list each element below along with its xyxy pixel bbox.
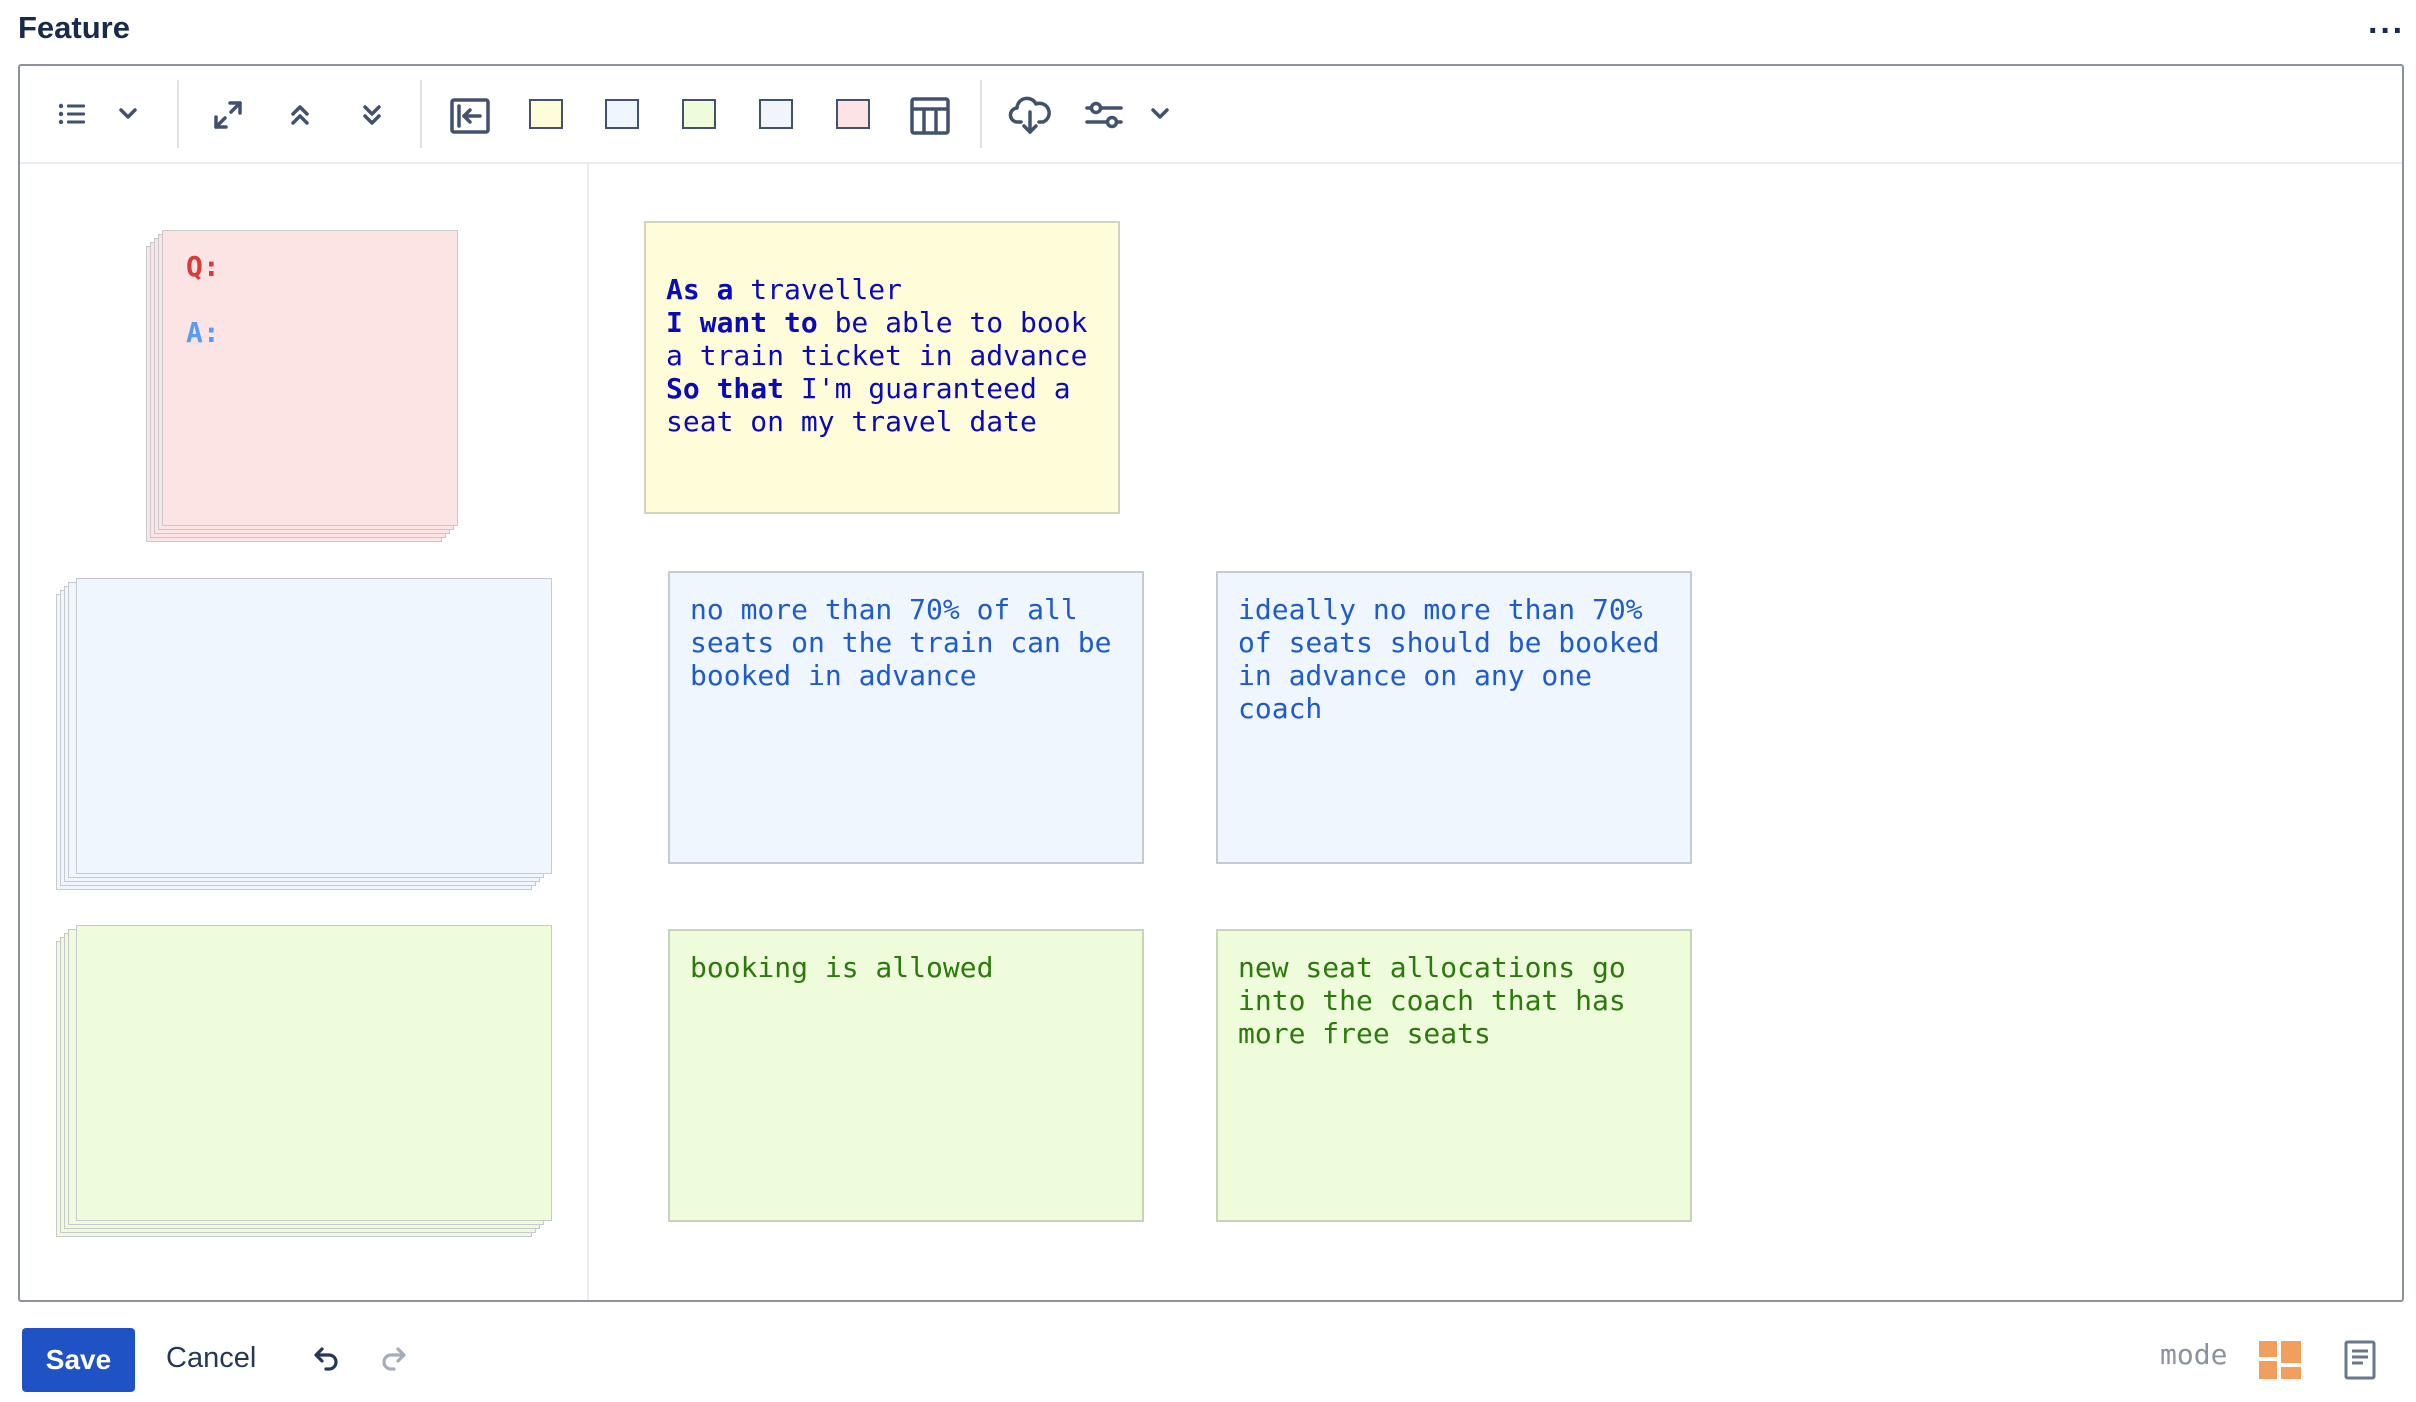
panel-title: Feature: [18, 10, 130, 45]
collapse-down-icon[interactable]: [352, 94, 392, 136]
undo-icon[interactable]: [308, 1340, 344, 1376]
rule-card[interactable]: ideally no more than 70% of seats should…: [1216, 571, 1692, 864]
toolbar-divider: [980, 80, 982, 148]
chevron-down-icon[interactable]: [1142, 96, 1178, 132]
grey-card-swatch[interactable]: [759, 99, 793, 129]
toolbar-divider: [420, 80, 422, 148]
example-card[interactable]: booking is allowed: [668, 929, 1144, 1222]
story-text-1: traveller: [733, 273, 903, 306]
list-icon[interactable]: [52, 96, 92, 132]
answer-label: A:: [186, 316, 220, 349]
grid-mode-icon[interactable]: [2256, 1336, 2304, 1384]
mode-label: mode: [2160, 1338, 2228, 1371]
cloud-download-icon[interactable]: [1006, 92, 1054, 138]
example-card-stack[interactable]: [56, 925, 556, 1241]
yellow-card-swatch[interactable]: [529, 99, 563, 129]
redo-icon[interactable]: [376, 1340, 412, 1376]
collapse-up-icon[interactable]: [280, 94, 320, 136]
question-label: Q:: [186, 250, 220, 283]
red-card-swatch[interactable]: [836, 99, 870, 129]
user-story-card[interactable]: As a traveller I want to be able to book…: [644, 221, 1120, 514]
chevron-down-icon[interactable]: [110, 96, 146, 132]
toolbar-divider: [177, 80, 179, 148]
story-kw-i-want-to: I want to: [666, 306, 818, 339]
document-mode-icon[interactable]: [2338, 1336, 2382, 1384]
cancel-button[interactable]: Cancel: [166, 1342, 256, 1375]
expand-icon[interactable]: [206, 94, 250, 136]
example-card[interactable]: new seat allocations go into the coach t…: [1216, 929, 1692, 1222]
question-card-stack[interactable]: Q: A:: [146, 230, 462, 546]
rule-card[interactable]: no more than 70% of all seats on the tra…: [668, 571, 1144, 864]
table-layout-icon[interactable]: [906, 94, 954, 138]
story-kw-as-a: As a: [666, 273, 734, 306]
story-kw-so-that: So that: [666, 372, 785, 405]
save-button[interactable]: Save: [22, 1328, 135, 1392]
sidebar-toggle-icon[interactable]: [446, 94, 494, 138]
sidebar-divider: [587, 164, 589, 1300]
blue-card-swatch[interactable]: [605, 99, 639, 129]
settings-sliders-icon[interactable]: [1082, 94, 1126, 136]
green-card-swatch[interactable]: [682, 99, 716, 129]
more-options-icon[interactable]: ···: [2368, 12, 2405, 51]
rule-card-stack[interactable]: [56, 578, 556, 894]
